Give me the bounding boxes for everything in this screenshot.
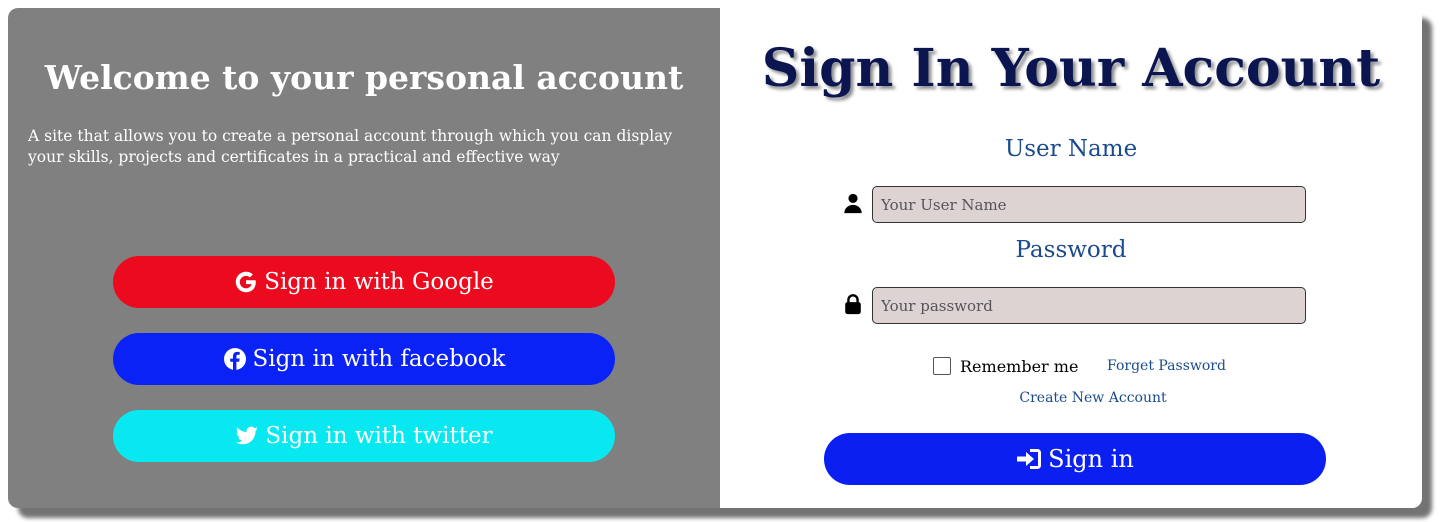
google-icon [235,271,256,293]
login-card: Welcome to your personal account A site … [8,8,1422,508]
username-input[interactable] [872,186,1306,223]
lock-icon [842,293,864,315]
welcome-panel: Welcome to your personal account A site … [8,8,720,508]
twitter-icon [236,426,259,445]
welcome-description: A site that allows you to create a perso… [28,127,673,166]
remember-me-checkbox[interactable] [933,357,951,375]
facebook-signin-label: Sign in with facebook [252,346,506,372]
welcome-heading: Welcome to your personal account [44,58,684,97]
remember-me-label: Remember me [960,357,1079,376]
forget-password-link[interactable]: Forget Password [1107,358,1226,374]
signin-panel: Sign In Your Account User Name Password … [720,8,1422,508]
signin-button[interactable]: Sign in [824,433,1326,485]
twitter-signin-button[interactable]: Sign in with twitter [113,410,615,462]
create-account-link[interactable]: Create New Account [720,390,1422,406]
signin-title: Sign In Your Account [761,38,1381,99]
twitter-signin-label: Sign in with twitter [265,423,493,449]
user-icon [842,192,864,214]
sign-in-icon [1017,449,1042,469]
google-signin-label: Sign in with Google [264,269,494,295]
password-label: Password [1015,237,1127,263]
google-signin-button[interactable]: Sign in with Google [113,256,615,308]
signin-button-label: Sign in [1048,445,1134,473]
password-input[interactable] [872,287,1306,324]
username-label: User Name [1004,136,1138,162]
facebook-signin-button[interactable]: Sign in with facebook [113,333,615,385]
facebook-icon [223,348,246,370]
